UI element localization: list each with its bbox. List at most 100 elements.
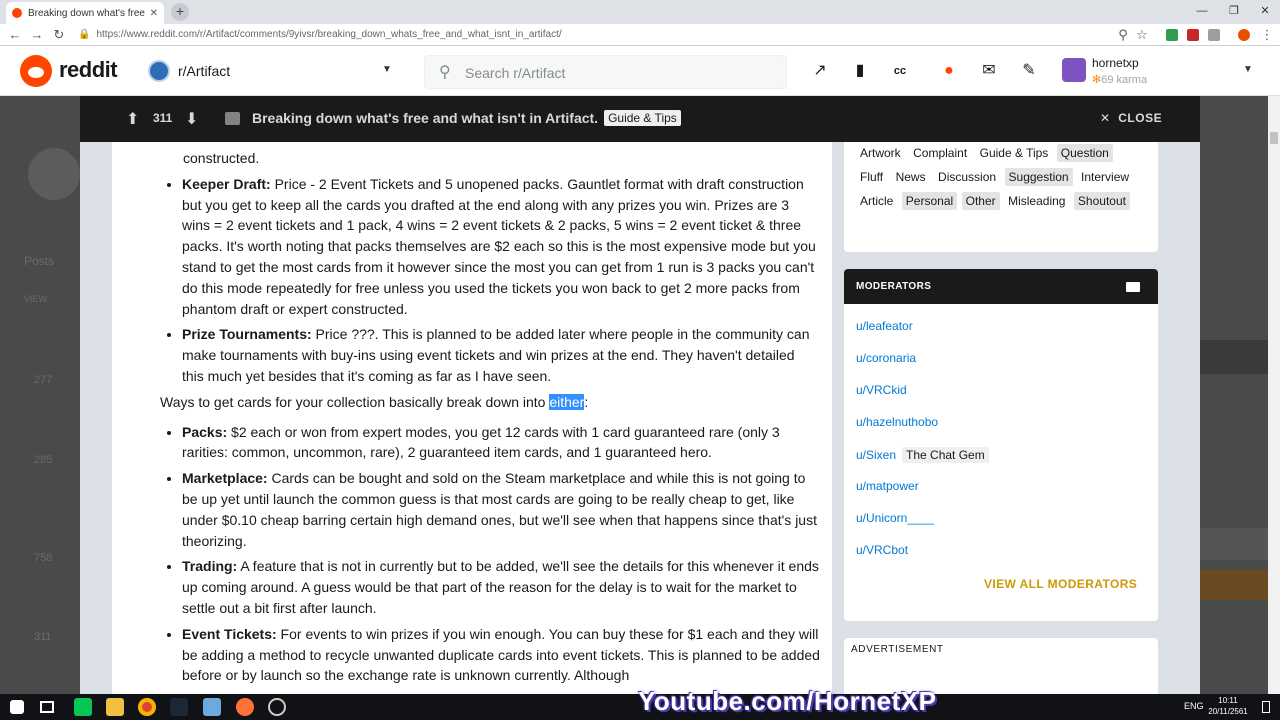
item-text: A feature that is not in currently but t… bbox=[182, 558, 819, 616]
bullet-list: Packs: $2 each or won from expert modes,… bbox=[160, 422, 820, 687]
app-icon[interactable] bbox=[203, 698, 221, 716]
line-app-icon[interactable] bbox=[74, 698, 92, 716]
item-term: Keeper Draft: bbox=[182, 175, 271, 192]
close-window-icon[interactable]: ✕ bbox=[1250, 0, 1280, 22]
url-field[interactable]: 🔒 https://www.reddit.com/r/Artifact/comme… bbox=[78, 27, 1158, 43]
flair-tag[interactable]: Other bbox=[961, 192, 1000, 210]
post-score: 311 bbox=[153, 111, 173, 125]
moderators-header: MODERATORS bbox=[844, 269, 1158, 304]
flair-tag[interactable]: Suggestion bbox=[1004, 168, 1073, 186]
downvote-arrow-icon[interactable]: ⬇ bbox=[185, 109, 198, 129]
list-item: Keeper Draft: Price - 2 Event Tickets an… bbox=[182, 174, 820, 320]
moderator-item: u/matpower bbox=[856, 479, 919, 493]
background-score: 311 bbox=[34, 631, 52, 643]
extension-icon[interactable] bbox=[1238, 29, 1250, 41]
mail-icon[interactable]: ✉ bbox=[978, 60, 1000, 82]
reddit-logo-icon[interactable] bbox=[20, 55, 52, 87]
close-icon: ✕ bbox=[1100, 111, 1111, 125]
list-item: Trading: A feature that is not in curren… bbox=[182, 556, 820, 618]
chevron-down-icon[interactable]: ▼ bbox=[382, 64, 392, 75]
subreddit-icon bbox=[148, 60, 170, 82]
chrome-icon[interactable] bbox=[138, 698, 156, 716]
stats-icon[interactable]: ▮ bbox=[849, 60, 871, 82]
flair-tag[interactable]: Artwork bbox=[856, 144, 905, 162]
steam-icon[interactable] bbox=[170, 698, 188, 716]
zoom-icon[interactable]: ⚲ bbox=[1114, 26, 1132, 44]
maximize-window-icon[interactable]: ❐ bbox=[1219, 0, 1249, 22]
moderator-link[interactable]: u/VRCkid bbox=[856, 383, 907, 397]
moderator-link[interactable]: u/hazelnuthobo bbox=[856, 415, 938, 429]
extension-icon[interactable] bbox=[1166, 29, 1178, 41]
trending-icon[interactable]: ↗ bbox=[809, 60, 831, 82]
item-term: Trading: bbox=[182, 558, 238, 575]
flair-tag[interactable]: Shoutout bbox=[1073, 192, 1130, 210]
system-clock[interactable]: 10:11 20/11/2561 bbox=[1205, 695, 1251, 717]
moderator-link[interactable]: u/VRCbot bbox=[856, 543, 908, 557]
post-flair[interactable]: Guide & Tips bbox=[604, 110, 681, 126]
bookmark-star-icon[interactable]: ☆ bbox=[1133, 26, 1151, 44]
background-subreddit-icon bbox=[28, 148, 80, 200]
chat-icon[interactable]: ● bbox=[938, 60, 960, 82]
windows-start-icon[interactable] bbox=[10, 700, 24, 714]
captions-icon[interactable]: cc bbox=[889, 60, 911, 82]
moderator-link[interactable]: u/matpower bbox=[856, 479, 919, 493]
firefox-icon[interactable] bbox=[236, 698, 254, 716]
flair-tag[interactable]: Guide & Tips bbox=[976, 144, 1053, 162]
background-block bbox=[1200, 340, 1268, 374]
forward-arrow-icon[interactable]: → bbox=[28, 26, 46, 44]
moderator-item: u/coronaria bbox=[856, 351, 916, 365]
flair-tag[interactable]: Interview bbox=[1077, 168, 1133, 186]
post-title: Breaking down what's free and what isn't… bbox=[252, 110, 681, 126]
flair-tag[interactable]: Complaint bbox=[909, 144, 971, 162]
close-tab-icon[interactable]: ✕ bbox=[150, 8, 158, 19]
reddit-wordmark[interactable]: reddit bbox=[59, 57, 118, 83]
flair-tag[interactable]: Personal bbox=[901, 192, 958, 210]
subreddit-name[interactable]: r/Artifact bbox=[178, 63, 230, 79]
create-post-pencil-icon[interactable]: ✎ bbox=[1018, 60, 1040, 82]
flair-tag[interactable]: Discussion bbox=[934, 168, 1000, 186]
moderator-link[interactable]: u/Sixen bbox=[856, 448, 896, 462]
browser-tab[interactable]: Breaking down what's free and w ✕ bbox=[6, 2, 164, 24]
search-box[interactable]: ⚲ bbox=[424, 55, 787, 89]
extension-icon[interactable] bbox=[1187, 29, 1199, 41]
tab-title: Breaking down what's free and w bbox=[28, 7, 146, 19]
new-tab-button[interactable]: + bbox=[171, 3, 189, 21]
extension-icon[interactable] bbox=[1208, 29, 1220, 41]
moderator-link[interactable]: u/Unicorn____ bbox=[856, 511, 934, 525]
user-menu-chevron-icon[interactable]: ▼ bbox=[1243, 64, 1253, 75]
flair-tag[interactable]: Article bbox=[856, 192, 897, 210]
flair-tag[interactable]: Question bbox=[1056, 144, 1113, 162]
moderator-link[interactable]: u/coronaria bbox=[856, 351, 916, 365]
flair-tag[interactable]: Fluff bbox=[856, 168, 887, 186]
scrollbar-thumb[interactable] bbox=[1270, 132, 1278, 144]
page-scrollbar[interactable] bbox=[1268, 96, 1280, 694]
browser-menu-icon[interactable]: ⋮ bbox=[1258, 26, 1276, 44]
url-text: https://www.reddit.com/r/Artifact/commen… bbox=[96, 29, 562, 40]
username[interactable]: hornetxp bbox=[1092, 56, 1139, 70]
notification-icon[interactable] bbox=[1262, 701, 1270, 713]
flair-filter-card: Artwork Complaint Guide & Tips Question … bbox=[844, 142, 1158, 252]
background-score: 285 bbox=[34, 454, 53, 466]
avatar[interactable] bbox=[1062, 58, 1086, 82]
obs-icon[interactable] bbox=[268, 698, 286, 716]
view-all-moderators-button[interactable]: VIEW ALL MODERATORS bbox=[984, 577, 1137, 591]
flair-tag[interactable]: News bbox=[892, 168, 930, 186]
search-input[interactable] bbox=[465, 63, 765, 83]
task-view-icon[interactable] bbox=[40, 701, 54, 713]
list-item: Prize Tournaments: Price ???. This is pl… bbox=[182, 324, 820, 386]
close-button[interactable]: ✕ CLOSE bbox=[1100, 111, 1162, 125]
moderator-item: u/VRCbot bbox=[856, 543, 908, 557]
moderator-item: u/Sixen The Chat Gem bbox=[856, 447, 989, 463]
language-indicator[interactable]: ENG bbox=[1184, 701, 1204, 711]
reload-icon[interactable]: ↻ bbox=[50, 26, 68, 44]
file-explorer-icon[interactable] bbox=[106, 698, 124, 716]
moderators-card: MODERATORS u/leafeator u/coronaria u/VRCki… bbox=[844, 269, 1158, 621]
moderator-item: u/hazelnuthobo bbox=[856, 415, 938, 429]
upvote-arrow-icon[interactable]: ⬆ bbox=[126, 109, 139, 129]
moderator-link[interactable]: u/leafeator bbox=[856, 319, 913, 333]
back-arrow-icon[interactable]: ← bbox=[6, 26, 24, 44]
message-mods-mail-icon[interactable] bbox=[1126, 282, 1140, 292]
flair-tag[interactable]: Misleading bbox=[1004, 192, 1069, 210]
list-item: Event Tickets: For events to win prizes … bbox=[182, 624, 820, 686]
minimize-window-icon[interactable]: — bbox=[1187, 0, 1217, 22]
